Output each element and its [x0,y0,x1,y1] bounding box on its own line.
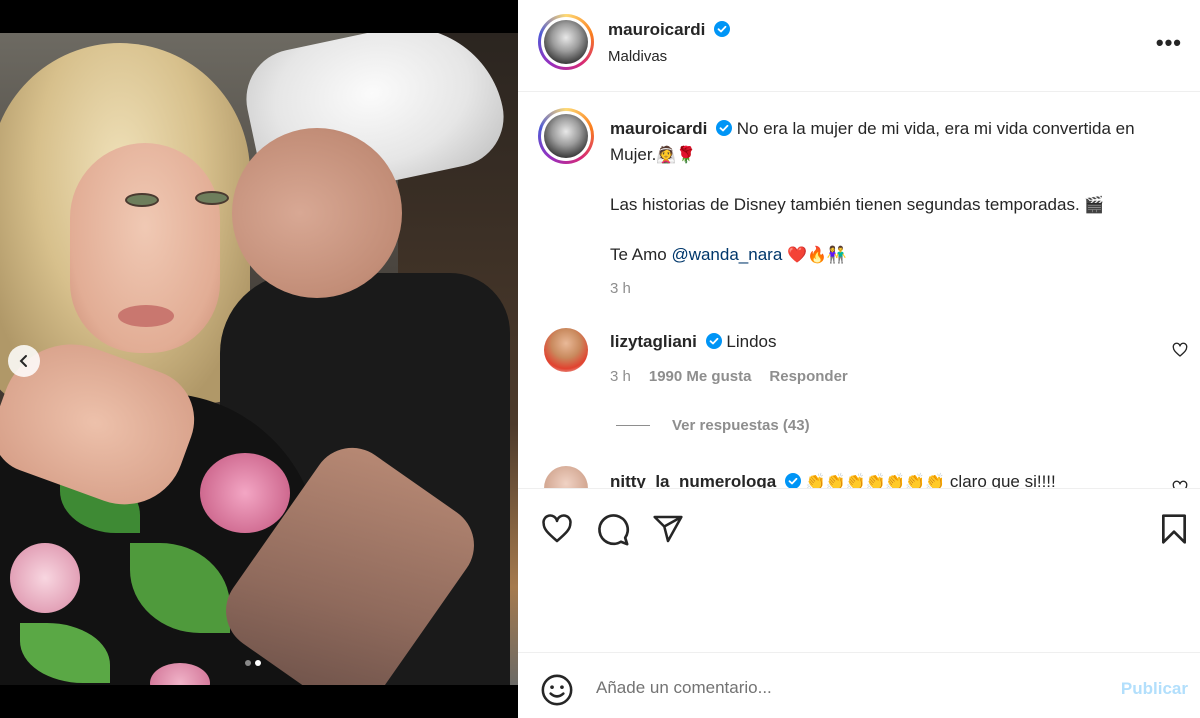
photo-flower [200,453,290,533]
commenter-avatar[interactable] [544,328,588,372]
comment-text: claro que si!!!! [949,472,1056,488]
emoji-smiley-icon[interactable] [540,673,574,707]
photo-eye-right [195,191,229,205]
caption-line-2: Las historias de Disney también tienen s… [610,195,1080,214]
comment-meta: 3 h 1990 Me gusta Responder [610,368,848,385]
post-caption: mauroicardi No era la mujer de mi vida, … [610,116,1170,302]
carousel-dot [245,660,251,666]
share-send-icon[interactable] [652,513,684,545]
comment-like-heart-icon[interactable] [1172,342,1188,358]
photo-flower [150,663,210,685]
comment-like-heart-icon[interactable] [1172,480,1188,488]
chevron-left-icon [19,355,27,367]
caption-emoji-3: ❤️🔥👫 [787,245,847,264]
comment-item: lizytagliani Lindos [610,332,777,352]
caption-line-3: Te Amo [610,245,667,264]
carousel-prev-button[interactable] [8,345,40,377]
publish-button[interactable]: Publicar [1121,679,1188,699]
photo-man-face [232,128,402,298]
post-actions-bar [518,488,1200,652]
author-username[interactable]: mauroicardi [608,20,705,39]
caption-username[interactable]: mauroicardi [610,119,707,138]
verified-badge-icon [713,21,730,37]
comment-input[interactable] [596,675,1096,701]
mention-link[interactable]: @wanda_nara [671,245,782,264]
commenter-avatar[interactable] [544,466,588,488]
view-replies-label: Ver respuestas (43) [672,417,810,434]
comment-item: nitty_la_numerologa 👏👏👏👏👏👏👏 claro que si… [610,472,1056,488]
like-heart-icon[interactable] [540,513,574,545]
comment-emoji: 👏👏👏👏👏👏👏 [805,472,946,488]
photo-leaf [130,543,230,633]
caption-emoji-2: 🎬 [1084,195,1105,214]
post-media [0,0,518,718]
verified-badge-icon [705,333,722,349]
replies-divider-line [616,425,650,426]
carousel-dot-active [255,660,261,666]
verified-badge-icon [785,473,801,488]
comment-username[interactable]: nitty_la_numerologa [610,472,776,488]
comments-section: mauroicardi No era la mujer de mi vida, … [518,92,1200,488]
comment-likes[interactable]: 1990 Me gusta [649,368,752,385]
post-photo[interactable] [0,33,518,685]
photo-leaf [20,623,110,683]
comment-bubble-icon[interactable] [596,513,630,547]
author-avatar[interactable] [538,14,594,70]
photo-flower [10,543,80,613]
caption-author-avatar[interactable] [538,108,594,164]
post-header: mauroicardi Maldivas ••• [518,0,1200,92]
more-options-icon[interactable]: ••• [1156,30,1182,56]
caption-emoji-1: 👰🌹 [656,145,697,164]
comment-timestamp[interactable]: 3 h [610,368,631,385]
caption-timestamp[interactable]: 3 h [610,276,1170,302]
photo-eye-left [125,193,159,207]
carousel-indicator [245,660,261,666]
post-location[interactable]: Maldivas [608,48,667,65]
add-comment-bar: Publicar [518,652,1200,718]
reply-button[interactable]: Responder [769,368,847,385]
comment-text: Lindos [726,332,777,351]
view-replies-button[interactable]: Ver respuestas (43) [616,417,810,434]
photo-lips [118,305,174,327]
comment-username[interactable]: lizytagliani [610,332,697,351]
verified-badge-icon [716,120,733,136]
save-bookmark-icon[interactable] [1160,513,1188,545]
post-details-panel: mauroicardi Maldivas ••• mauroicardi No … [518,0,1200,718]
